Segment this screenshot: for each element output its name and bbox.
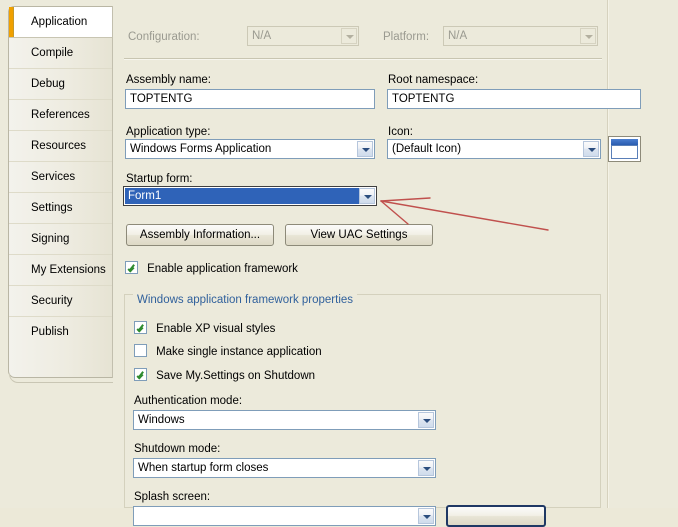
checkbox-box: [134, 368, 147, 381]
splash-screen-browse-button[interactable]: [446, 505, 546, 527]
save-my-settings-checkbox[interactable]: Save My.Settings on Shutdown: [134, 368, 315, 382]
startup-form-combo[interactable]: Form1: [123, 186, 377, 206]
sidebar-item-settings[interactable]: Settings: [9, 193, 112, 224]
application-type-value: Windows Forms Application: [130, 143, 272, 155]
project-properties-window: Application Compile Debug References Res…: [0, 0, 678, 527]
sidebar-item-label: References: [31, 109, 90, 121]
sidebar-item-label: Resources: [31, 140, 86, 152]
checkbox-box: [134, 344, 147, 357]
chevron-down-icon[interactable]: [418, 508, 434, 524]
startup-form-label: Startup form:: [126, 173, 193, 185]
chevron-down-icon[interactable]: [418, 460, 434, 476]
sidebar-item-label: Security: [31, 295, 73, 307]
configuration-label: Configuration:: [128, 31, 200, 43]
sidebar-item-label: Services: [31, 171, 76, 183]
root-namespace-input[interactable]: TOPTENTG: [387, 89, 641, 109]
enable-application-framework-checkbox[interactable]: Enable application framework: [125, 261, 298, 275]
window-icon: [608, 136, 641, 162]
sidebar-item-references[interactable]: References: [9, 100, 112, 131]
startup-form-value: Form1: [125, 188, 362, 204]
sidebar-item-label: Compile: [31, 47, 74, 59]
icon-label: Icon:: [388, 126, 413, 138]
section-divider-highlight: [124, 59, 602, 60]
sidebar-item-label: Signing: [31, 233, 70, 245]
assembly-information-button[interactable]: Assembly Information...: [126, 224, 274, 246]
sidebar-item-security[interactable]: Security: [9, 286, 112, 317]
checkbox-label: Make single instance application: [156, 346, 322, 358]
application-type-label: Application type:: [126, 126, 211, 138]
selected-tab-accent-edge: [13, 7, 14, 37]
enable-xp-visual-styles-checkbox[interactable]: Enable XP visual styles: [134, 321, 275, 335]
sidebar-item-label: Settings: [31, 202, 73, 214]
sidebar-item-signing[interactable]: Signing: [9, 224, 112, 255]
sidebar-item-my-extensions[interactable]: My Extensions: [9, 255, 112, 286]
checkbox-label: Save My.Settings on Shutdown: [156, 370, 316, 382]
splash-screen-label: Splash screen:: [134, 491, 211, 503]
configuration-combo: N/A: [247, 26, 359, 46]
shutdown-mode-combo[interactable]: When startup form closes: [133, 458, 436, 478]
sidebar-item-debug[interactable]: Debug: [9, 69, 112, 100]
icon-combo[interactable]: (Default Icon): [387, 139, 601, 159]
sidebar-item-label: Application: [31, 16, 88, 28]
tab-strip-bottom-curve: [9, 374, 113, 383]
platform-value: N/A: [448, 30, 468, 42]
sidebar-item-publish[interactable]: Publish: [9, 317, 112, 348]
chevron-down-icon: [580, 28, 596, 44]
platform-label: Platform:: [383, 31, 430, 43]
sidebar-item-services[interactable]: Services: [9, 162, 112, 193]
authentication-mode-combo[interactable]: Windows: [133, 410, 436, 430]
shutdown-mode-value: When startup form closes: [138, 462, 269, 474]
checkbox-label: Enable XP visual styles: [156, 323, 276, 335]
sidebar-item-compile[interactable]: Compile: [9, 38, 112, 69]
configuration-value: N/A: [252, 30, 272, 42]
sidebar-item-label: Publish: [31, 326, 69, 338]
checkbox-box: [125, 261, 138, 274]
chevron-down-icon[interactable]: [359, 188, 375, 204]
authentication-mode-value: Windows: [138, 414, 185, 426]
sidebar-item-label: Debug: [31, 78, 65, 90]
assembly-name-label: Assembly name:: [126, 74, 212, 86]
properties-tab-strip: Application Compile Debug References Res…: [8, 6, 113, 378]
authentication-mode-label: Authentication mode:: [134, 395, 243, 407]
platform-combo: N/A: [443, 26, 598, 46]
sidebar-item-resources[interactable]: Resources: [9, 131, 112, 162]
icon-preview-body: [611, 145, 638, 159]
chevron-down-icon[interactable]: [357, 141, 373, 157]
root-namespace-label: Root namespace:: [388, 74, 479, 86]
assembly-name-input[interactable]: TOPTENTG: [125, 89, 375, 109]
application-type-combo[interactable]: Windows Forms Application: [125, 139, 375, 159]
sidebar-item-label: My Extensions: [31, 264, 106, 276]
chevron-down-icon: [341, 28, 357, 44]
chevron-down-icon[interactable]: [583, 141, 599, 157]
chevron-down-icon[interactable]: [418, 412, 434, 428]
checkbox-box: [134, 321, 147, 334]
icon-value: (Default Icon): [392, 143, 462, 155]
pane-divider-highlight: [608, 0, 609, 508]
make-single-instance-checkbox[interactable]: Make single instance application: [134, 344, 322, 358]
framework-properties-title: Windows application framework properties: [133, 294, 358, 306]
splash-screen-combo[interactable]: [133, 506, 436, 526]
checkbox-label: Enable application framework: [147, 263, 298, 275]
view-uac-settings-button[interactable]: View UAC Settings: [285, 224, 433, 246]
sidebar-item-application[interactable]: Application: [9, 7, 112, 38]
shutdown-mode-label: Shutdown mode:: [134, 443, 221, 455]
